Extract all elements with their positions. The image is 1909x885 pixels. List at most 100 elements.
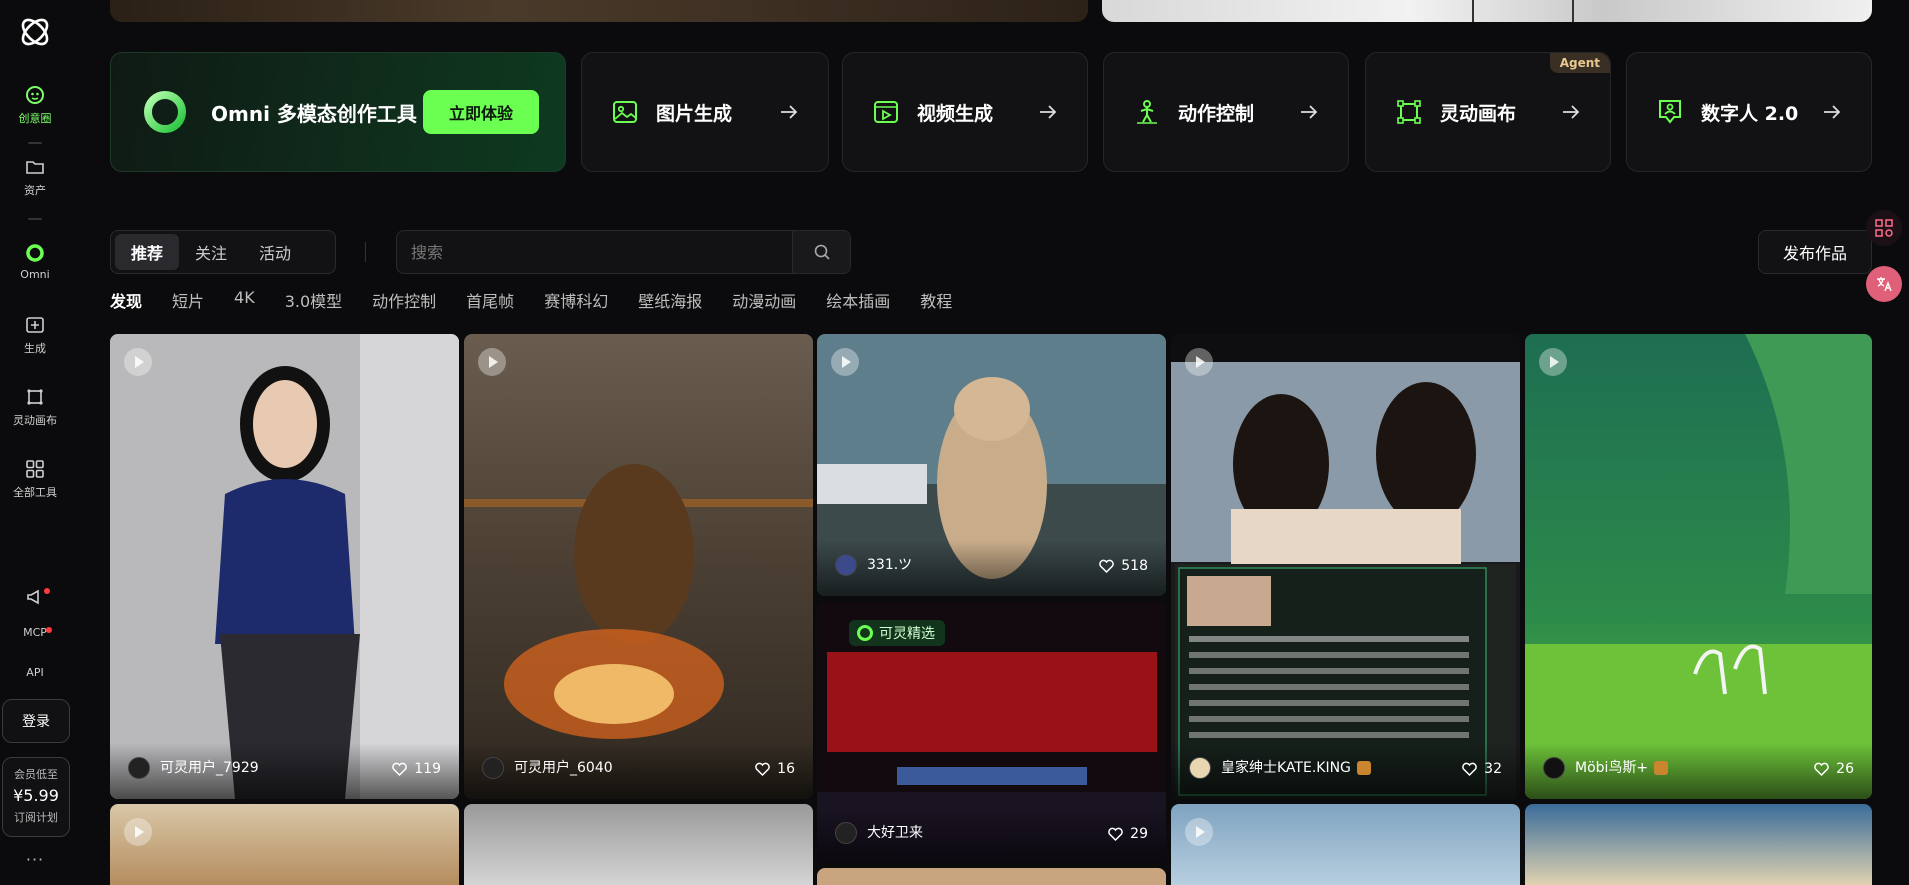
category-4k[interactable]: 4K <box>234 288 255 312</box>
tab-following[interactable]: 关注 <box>179 234 243 270</box>
like-button[interactable]: 16 <box>754 760 795 777</box>
play-icon <box>478 348 506 376</box>
tool-card-canvas[interactable]: 灵动画布 Agent <box>1365 52 1611 172</box>
video-thumbnail <box>1171 334 1520 799</box>
play-icon <box>124 348 152 376</box>
author-name[interactable]: 可灵用户_6040 <box>514 757 613 777</box>
like-button[interactable]: 119 <box>391 760 441 777</box>
sidebar-item-announce[interactable] <box>0 586 70 612</box>
publish-button[interactable]: 发布作品 <box>1758 230 1872 274</box>
avatar[interactable] <box>1543 757 1565 779</box>
feed-card[interactable] <box>1525 804 1872 885</box>
category-illustration[interactable]: 绘本插画 <box>826 288 890 312</box>
author-name[interactable]: 大好卫来 <box>867 822 923 842</box>
category-model-3[interactable]: 3.0模型 <box>285 288 342 312</box>
category-wallpaper[interactable]: 壁纸海报 <box>638 288 702 312</box>
category-first-last-frame[interactable]: 首尾帧 <box>466 288 514 312</box>
tool-card-image[interactable]: 图片生成 <box>581 52 829 172</box>
membership-card[interactable]: 会员低至 ¥5.99 订阅计划 <box>2 757 70 837</box>
author-name[interactable]: 可灵用户_7929 <box>160 757 259 777</box>
tool-card-label: 图片生成 <box>656 102 733 125</box>
canvas-icon <box>27 389 43 405</box>
search-button[interactable] <box>792 231 850 273</box>
avatar[interactable] <box>482 757 504 779</box>
try-now-button[interactable]: 立即体验 <box>423 90 539 134</box>
avatar[interactable] <box>835 554 857 576</box>
sidebar-item-mcp[interactable]: MCP <box>0 626 70 639</box>
tool-card-digital-human[interactable]: 数字人 2.0 <box>1626 52 1872 172</box>
like-count: 29 <box>1130 825 1148 842</box>
like-button[interactable]: 32 <box>1461 760 1502 777</box>
tool-card-label: 灵动画布 <box>1440 102 1517 125</box>
author-name-text: 皇家绅士KATE.KING <box>1221 760 1351 776</box>
digital-human-icon <box>1659 100 1681 124</box>
heart-icon <box>755 762 770 777</box>
divider <box>365 242 366 262</box>
tab-recommended[interactable]: 推荐 <box>115 234 180 270</box>
sidebar-item-label: 灵动画布 <box>13 414 57 427</box>
sidebar-item-omni[interactable]: Omni <box>0 242 70 281</box>
avatar[interactable] <box>835 822 857 844</box>
avatar[interactable] <box>128 757 150 779</box>
category-discover[interactable]: 发现 <box>110 288 142 312</box>
author-name[interactable]: 331.ツ <box>867 554 912 574</box>
tab-events[interactable]: 活动 <box>243 234 307 270</box>
floating-apps-button[interactable] <box>1866 210 1902 246</box>
sidebar-item-all-tools[interactable]: 全部工具 <box>0 458 70 500</box>
image-icon <box>613 101 637 123</box>
play-icon <box>1539 348 1567 376</box>
sidebar-item-label: 资产 <box>24 184 46 197</box>
member-promo-text: 会员低至 <box>14 768 58 781</box>
category-anime[interactable]: 动漫动画 <box>732 288 796 312</box>
author-name[interactable]: Möbi鸟斯+ <box>1575 757 1669 777</box>
arrow-right-icon <box>1301 105 1318 119</box>
like-button[interactable]: 29 <box>1107 825 1148 842</box>
author-name[interactable]: 皇家绅士KATE.KING <box>1221 757 1371 777</box>
banner-image-left[interactable] <box>110 0 1088 22</box>
sidebar-item-creative[interactable]: 创意圈 <box>0 84 70 126</box>
feed-card[interactable] <box>1171 804 1520 885</box>
feed-card[interactable]: 皇家绅士KATE.KING 32 <box>1171 334 1520 799</box>
editors-pick-label: 可灵精选 <box>879 626 935 642</box>
category-short[interactable]: 短片 <box>172 288 204 312</box>
category-motion[interactable]: 动作控制 <box>372 288 436 312</box>
tool-card-motion[interactable]: 动作控制 <box>1103 52 1349 172</box>
search-input[interactable] <box>411 231 781 273</box>
login-button[interactable]: 登录 <box>2 699 70 743</box>
arrow-right-icon <box>1563 105 1580 119</box>
generate-icon <box>26 317 44 333</box>
folder-icon <box>26 161 44 174</box>
tool-card-label: 动作控制 <box>1178 102 1255 125</box>
like-count: 16 <box>777 760 795 777</box>
more-menu-button[interactable]: ··· <box>0 850 70 869</box>
feed-card[interactable]: Möbi鸟斯+ 26 <box>1525 334 1872 799</box>
feed-card[interactable]: 可灵用户_7929 119 <box>110 334 459 799</box>
sidebar-item-assets[interactable]: 资产 <box>0 156 70 198</box>
feed-card[interactable] <box>817 868 1166 885</box>
video-icon <box>874 101 898 123</box>
video-thumbnail <box>464 334 813 799</box>
banner-image-right[interactable] <box>1102 0 1872 22</box>
category-tutorial[interactable]: 教程 <box>920 288 952 312</box>
feed-card[interactable] <box>464 804 813 885</box>
like-button[interactable]: 26 <box>1813 760 1854 777</box>
arrow-right-icon <box>781 105 798 119</box>
like-button[interactable]: 518 <box>1098 557 1148 574</box>
feed-card[interactable]: 可灵用户_6040 16 <box>464 334 813 799</box>
tool-card-label: 视频生成 <box>917 102 994 125</box>
sidebar-item-api[interactable]: API <box>0 666 70 679</box>
feed-card[interactable] <box>110 804 459 885</box>
sidebar-item-label: Omni <box>20 268 50 281</box>
avatar[interactable] <box>1189 757 1211 779</box>
sidebar-item-generate[interactable]: 生成 <box>0 314 70 356</box>
feed-card[interactable]: 可灵精选 大好卫来 29 <box>817 602 1166 864</box>
agent-badge: Agent <box>1549 53 1610 73</box>
feed-card[interactable]: 331.ツ 518 <box>817 334 1166 596</box>
creative-circle-icon <box>26 86 44 104</box>
omni-tool-card[interactable]: Omni 多模态创作工具 立即体验 <box>110 52 566 172</box>
floating-translate-button[interactable] <box>1866 266 1902 302</box>
tool-card-video[interactable]: 视频生成 <box>842 52 1088 172</box>
category-cyber-scifi[interactable]: 赛博科幻 <box>544 288 608 312</box>
kling-logo-icon[interactable] <box>17 14 53 50</box>
sidebar-item-canvas[interactable]: 灵动画布 <box>0 386 70 428</box>
